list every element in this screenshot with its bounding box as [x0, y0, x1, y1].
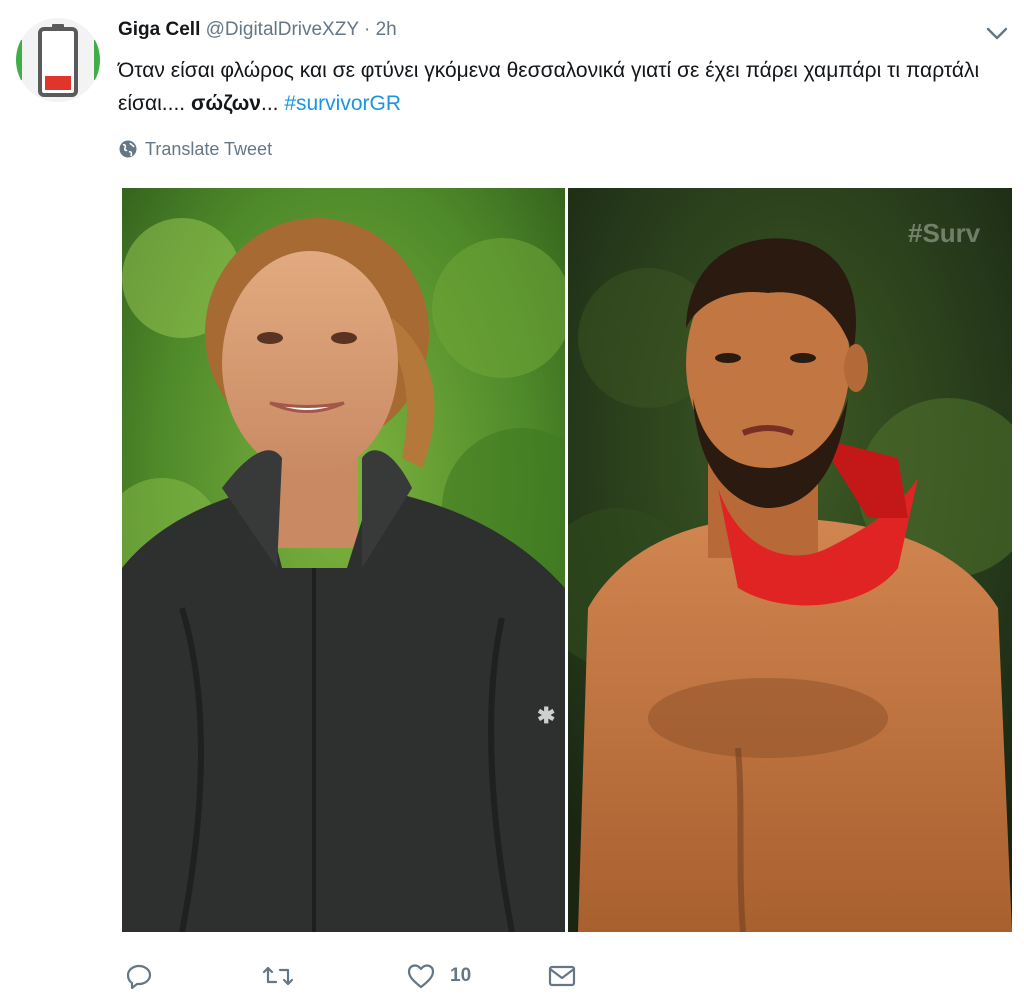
- media-photo-left[interactable]: ✱: [122, 188, 565, 932]
- translate-label: Translate Tweet: [145, 139, 273, 159]
- like-count: 10: [450, 965, 472, 986]
- envelope-icon: [548, 965, 576, 987]
- direct-message-button[interactable]: [547, 962, 577, 990]
- reply-button[interactable]: [125, 962, 153, 990]
- media-photo-right[interactable]: #Surv: [568, 188, 1012, 932]
- tweet-actions: 10: [0, 962, 1024, 994]
- woman-photo: ✱: [122, 188, 565, 932]
- reply-icon: [126, 964, 152, 990]
- author-handle[interactable]: @DigitalDriveXZY: [206, 19, 359, 40]
- like-button[interactable]: 10: [406, 962, 471, 990]
- svg-text:✱: ✱: [537, 703, 555, 728]
- tweet-card[interactable]: Giga Cell @DigitalDriveXZY · 2h Όταν είσ…: [0, 0, 1024, 1003]
- man-photo: #Surv: [568, 188, 1012, 932]
- heart-icon: [407, 964, 435, 989]
- hashtag-link[interactable]: #survivorGR: [284, 92, 401, 115]
- tweet-text-bold: σώζων: [190, 92, 261, 115]
- chevron-down-icon: [986, 27, 1008, 40]
- tweet-menu-button[interactable]: [984, 22, 1010, 44]
- tweet-text: Όταν είσαι φλώρος και σε φτύνει γκόμενα …: [118, 54, 998, 120]
- retweet-button[interactable]: [262, 962, 294, 990]
- media-watermark: #Surv: [908, 218, 981, 248]
- tweet-text-part2: ...: [260, 92, 285, 115]
- author-name[interactable]: Giga Cell: [118, 19, 200, 40]
- tweet-media[interactable]: ✱ #Surv: [122, 188, 1012, 932]
- header-separator: ·: [363, 19, 371, 40]
- translate-tweet-button[interactable]: Translate Tweet: [118, 137, 272, 161]
- tweet-header: Giga Cell @DigitalDriveXZY · 2h: [118, 17, 397, 43]
- globe-icon: [119, 140, 137, 158]
- author-avatar[interactable]: [16, 18, 100, 102]
- retweet-icon: [262, 966, 294, 986]
- tweet-timestamp[interactable]: 2h: [376, 19, 397, 40]
- battery-low-icon: [16, 18, 100, 102]
